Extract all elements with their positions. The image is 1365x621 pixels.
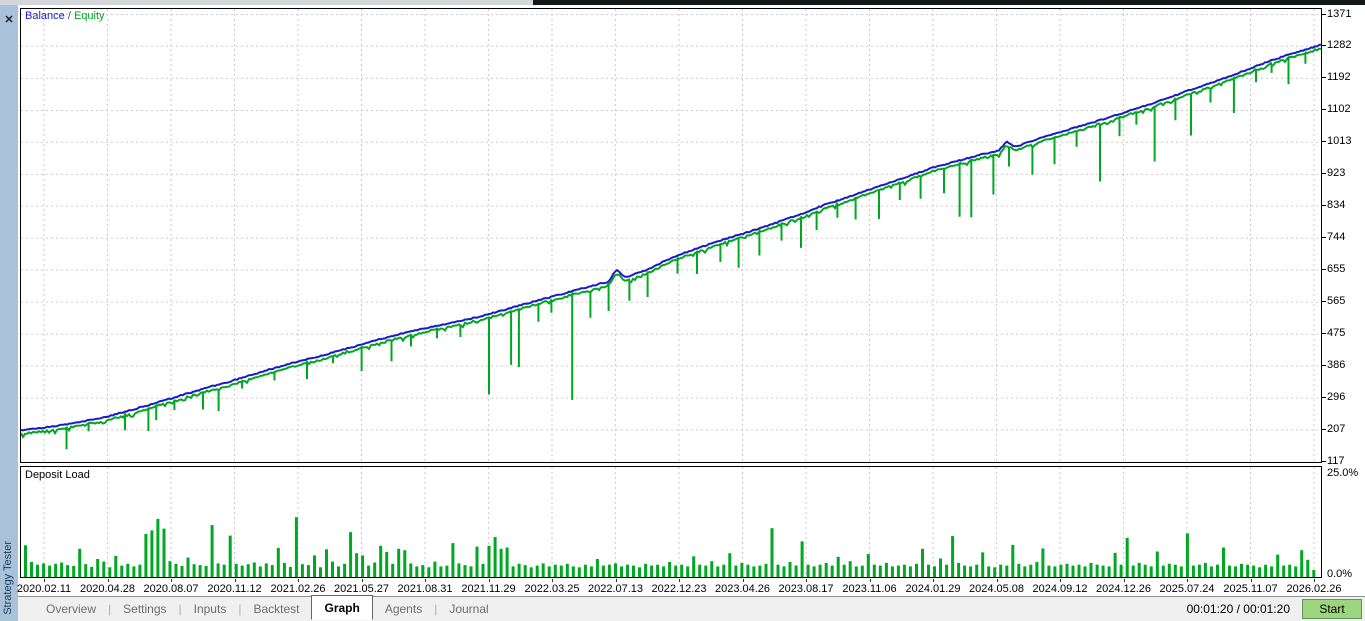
x-tick-label: 2022.03.25 — [524, 583, 580, 595]
y-axis-tick — [1322, 397, 1326, 399]
y-axis-tick — [1322, 269, 1326, 270]
x-tick-label: 2020.11.12 — [207, 583, 262, 595]
y-axis-tick — [1322, 173, 1326, 175]
y-tick-label: 207 — [1327, 422, 1346, 435]
tester-tab-bar: Overview | Settings | Inputs | Backtest … — [18, 594, 1365, 621]
x-tick-label: 2026.02.26 — [1286, 583, 1342, 595]
deposit-max-label: 25.0% — [1327, 467, 1359, 479]
x-axis-tick — [234, 579, 236, 582]
y-tick-label: 475 — [1327, 327, 1346, 340]
strategy-tester-main: Balance / Equity 1371 1282 1192 1102 1013 923… — [16, 5, 1365, 621]
tab-settings[interactable]: Settings — [111, 598, 178, 620]
y-tick-label: 1282 — [1327, 39, 1352, 52]
x-axis-tick — [488, 579, 490, 582]
y-tick-label: 1013 — [1327, 135, 1352, 148]
x-axis-tick — [996, 579, 998, 582]
close-icon[interactable]: ✕ — [0, 13, 18, 26]
x-axis-tick — [298, 579, 299, 582]
balance-equity-chart — [20, 9, 1322, 462]
x-axis-tick — [933, 579, 934, 582]
y-axis-tick — [1322, 333, 1326, 335]
legend-equity-label: Equity — [73, 10, 105, 22]
y-tick-label: 565 — [1327, 295, 1346, 308]
legend-balance-label: Balance — [25, 10, 65, 22]
x-tick-label: 2020.02.11 — [16, 583, 72, 595]
x-axis-tick — [1187, 579, 1188, 582]
x-tick-label: 2023.11.06 — [842, 583, 897, 595]
y-axis-tick — [1322, 141, 1326, 143]
balance-equity-chart-panel: Balance / Equity — [20, 8, 1322, 463]
y-tick-label: 655 — [1327, 263, 1346, 275]
x-axis-tick — [1314, 579, 1315, 582]
y-axis-tick — [1322, 301, 1326, 303]
x-tick-label: 2025.07.24 — [1159, 583, 1215, 595]
y-tick-label: 744 — [1327, 231, 1346, 244]
deposit-load-title: Deposit Load — [25, 469, 90, 481]
x-tick-label: 2024.12.26 — [1095, 583, 1152, 595]
x-axis-tick — [806, 579, 807, 582]
x-axis-tick — [742, 579, 744, 582]
x-axis-tick — [425, 579, 426, 582]
y-axis-tick — [1322, 109, 1326, 111]
sidebar-title: Strategy Tester — [2, 541, 14, 615]
y-axis-tick — [1322, 461, 1326, 462]
x-axis-tick — [869, 579, 871, 582]
tester-status-area: 00:01:20 / 00:01:20 Start — [1187, 599, 1365, 619]
deposit-load-panel: Deposit Load — [20, 466, 1322, 578]
y-tick-label: 1192 — [1327, 71, 1351, 84]
tab-backtest[interactable]: Backtest — [241, 598, 311, 620]
x-axis-tick — [1250, 579, 1252, 582]
x-tick-label: 2021.08.31 — [397, 583, 453, 595]
y-axis-tick — [1322, 13, 1326, 15]
x-axis-tick — [107, 579, 109, 582]
x-tick-label: 2025.11.07 — [1223, 583, 1278, 595]
x-tick-label: 2023.04.26 — [714, 583, 771, 595]
tab-agents[interactable]: Agents — [373, 598, 434, 620]
x-tick-label: 2023.08.17 — [778, 583, 834, 595]
x-tick-label: 2024.01.29 — [905, 583, 961, 595]
x-axis-tick — [44, 579, 45, 582]
y-tick-label: 296 — [1327, 391, 1346, 404]
y-tick-label: 1371 — [1327, 7, 1352, 20]
y-axis-tick — [1322, 428, 1326, 430]
y-tick-label: 834 — [1327, 199, 1346, 212]
x-tick-label: 2020.04.28 — [79, 583, 136, 595]
chart-legend: Balance / Equity — [25, 10, 105, 22]
start-button[interactable]: Start — [1302, 599, 1362, 619]
deposit-min-label: 0.0% — [1327, 568, 1353, 580]
x-tick-label: 2021.05.27 — [333, 583, 390, 595]
tab-journal[interactable]: Journal — [437, 598, 500, 620]
x-axis-tick — [361, 579, 363, 582]
y-tick-label: 923 — [1327, 167, 1346, 180]
x-axis-tick — [171, 579, 172, 582]
tab-inputs[interactable]: Inputs — [182, 598, 239, 620]
elapsed-time: 00:01:20 / 00:01:20 — [1186, 602, 1290, 616]
x-axis-tick — [679, 579, 680, 582]
x-tick-label: 2021.02.26 — [270, 583, 326, 595]
x-tick-label: 2021.11.29 — [461, 583, 516, 595]
strategy-tester-sidebar: ✕ Strategy Tester — [0, 5, 18, 621]
tab-graph[interactable]: Graph — [311, 594, 373, 620]
x-tick-label: 2022.07.13 — [587, 583, 644, 595]
x-tick-label: 2024.09.12 — [1032, 583, 1088, 595]
x-tick-label: 2024.05.08 — [968, 583, 1025, 595]
legend-separator: / — [64, 10, 74, 22]
x-tick-label: 2022.12.23 — [651, 583, 707, 595]
x-axis-labels: 2020.02.11 2020.04.28 2020.08.07 2020.11.12… — [16, 579, 1342, 596]
y-tick-label: 1102 — [1327, 103, 1351, 116]
deposit-load-chart — [24, 467, 1316, 577]
y-axis-tick — [1322, 205, 1326, 207]
y-tick-label: 386 — [1327, 359, 1346, 371]
y-axis-tick — [1322, 237, 1326, 239]
tab-overview[interactable]: Overview — [34, 598, 108, 620]
x-axis-tick — [1123, 579, 1125, 582]
x-axis-tick — [1060, 579, 1061, 582]
y-axis-tick — [1322, 45, 1326, 47]
y-tick-label: 117 — [1327, 455, 1345, 467]
x-tick-label: 2020.08.07 — [143, 583, 199, 595]
x-axis-tick — [615, 579, 617, 582]
x-axis-tick — [552, 579, 553, 582]
y-axis-tick — [1322, 77, 1326, 79]
y-axis-tick — [1322, 365, 1326, 366]
